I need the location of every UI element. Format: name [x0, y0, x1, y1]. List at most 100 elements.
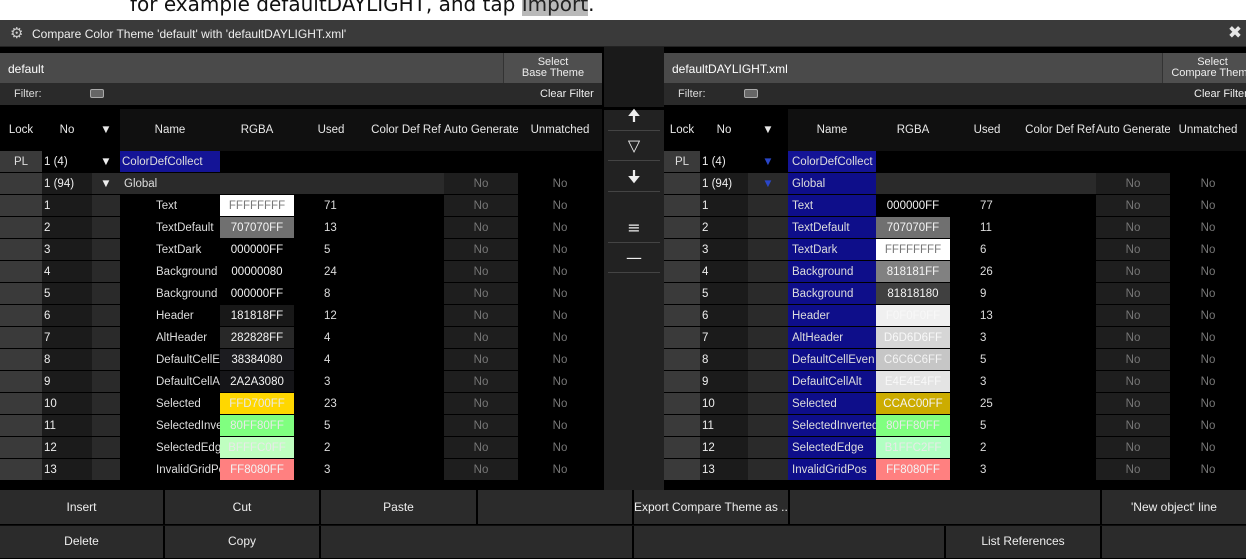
cell-name[interactable]: Selected	[120, 393, 220, 415]
clear-filter-button[interactable]: Clear Filter	[540, 88, 594, 100]
cell-name[interactable]: DefaultCellEven	[788, 349, 876, 371]
cell-name[interactable]: Global	[120, 173, 220, 195]
cell-rgba[interactable]: 81818180	[876, 283, 950, 305]
cell-name[interactable]: SelectedInverted	[788, 415, 876, 437]
table-row[interactable]: 3 TextDark FFFFFFFF 6 No No	[664, 239, 1246, 261]
column-header-unmatched[interactable]: Unmatched	[518, 109, 602, 151]
cell-rgba[interactable]	[220, 173, 294, 195]
column-header-no[interactable]: No	[42, 109, 92, 151]
close-icon[interactable]: ✖	[1226, 24, 1244, 42]
table-row[interactable]: 6 Header 181818FF 12 No No	[0, 305, 602, 327]
filter-icon[interactable]: ▽	[604, 136, 664, 156]
cell-rgba[interactable]: F0F0F0FF	[876, 305, 950, 327]
cell-name[interactable]: Text	[120, 195, 220, 217]
cell-name[interactable]: SelectedEdge	[120, 437, 220, 459]
cell-name[interactable]: Background	[120, 261, 220, 283]
cell-name[interactable]: Background	[788, 261, 876, 283]
clear-filter-button[interactable]: Clear Filter	[1194, 88, 1246, 100]
table-row[interactable]: 1 Text 000000FF 77 No No	[664, 195, 1246, 217]
cell-rgba[interactable]	[876, 151, 950, 173]
cell-name[interactable]: DefaultCellAlt	[788, 371, 876, 393]
cell-rgba[interactable]: CCAC00FF	[876, 393, 950, 415]
column-header-auto-generate[interactable]: Auto Generate	[1096, 109, 1170, 151]
column-header-color-def-ref[interactable]: Color Def Ref	[1024, 109, 1096, 151]
export-compare-theme-button[interactable]: Export Compare Theme as ...	[634, 490, 790, 525]
cell-name[interactable]: Header	[120, 305, 220, 327]
cut-button[interactable]: Cut	[165, 490, 321, 525]
cell-name[interactable]: AltHeader	[788, 327, 876, 349]
cell-name[interactable]: TextDark	[120, 239, 220, 261]
cell-rgba[interactable]: 000000FF	[220, 283, 294, 305]
table-row[interactable]: 7 AltHeader D6D6D6FF 3 No No	[664, 327, 1246, 349]
cell-rgba[interactable]: 707070FF	[220, 217, 294, 239]
column-header-name[interactable]: Name	[120, 109, 220, 151]
menu-icon[interactable]: ≡	[604, 218, 664, 238]
minus-icon[interactable]: —	[604, 248, 664, 268]
cell-name[interactable]: Header	[788, 305, 876, 327]
cell-name[interactable]: TextDark	[788, 239, 876, 261]
cell-name[interactable]: ColorDefCollect	[788, 151, 876, 173]
cell-name[interactable]: SelectedInverted	[120, 415, 220, 437]
table-row[interactable]: 7 AltHeader 282828FF 4 No No	[0, 327, 602, 349]
table-row[interactable]: PL 1 (4) ▼ ColorDefCollect	[664, 151, 1246, 173]
table-row[interactable]: PL 1 (4) ▼ ColorDefCollect	[0, 151, 602, 173]
cell-rgba[interactable]: 00000080	[220, 261, 294, 283]
table-row[interactable]: 12 SelectedEdge B1FFC2FF 2 No No	[664, 437, 1246, 459]
table-row[interactable]: 5 Background 81818180 9 No No	[664, 283, 1246, 305]
column-header-lock[interactable]: Lock	[664, 109, 700, 151]
cell-rgba[interactable]	[876, 173, 950, 195]
cell-rgba[interactable]: 2A2A3080	[220, 371, 294, 393]
cell-rgba[interactable]: FFFFFFFF	[220, 195, 294, 217]
table-row[interactable]: 1 (94) ▼ Global No No	[664, 173, 1246, 195]
cell-rgba[interactable]: FF8080FF	[876, 459, 950, 481]
arrow-up-icon[interactable]: 🠉	[604, 106, 664, 126]
table-row[interactable]: 4 Background 818181FF 26 No No	[664, 261, 1246, 283]
cell-rgba[interactable]: D6D6D6FF	[876, 327, 950, 349]
table-row[interactable]: 8 DefaultCellEven383840804 NoNo	[0, 349, 602, 371]
column-header-color-def-ref[interactable]: Color Def Ref	[368, 109, 444, 151]
table-row[interactable]: 11 SelectedInverted80FF80FF5 NoNo	[0, 415, 602, 437]
table-row[interactable]: 8 DefaultCellEven C6C6C6FF 5 No No	[664, 349, 1246, 371]
cell-name[interactable]: DefaultCellEven	[120, 349, 220, 371]
column-header-rgba[interactable]: RGBA	[876, 109, 950, 151]
column-header-no[interactable]: No	[700, 109, 748, 151]
cell-rgba[interactable]: 282828FF	[220, 327, 294, 349]
cell-rgba[interactable]: C6C6C6FF	[876, 349, 950, 371]
table-row[interactable]: 11 SelectedInverted80FF80FF5 NoNo	[664, 415, 1246, 437]
column-header-used[interactable]: Used	[294, 109, 368, 151]
table-row[interactable]: 1 Text FFFFFFFF 71 No No	[0, 195, 602, 217]
keyboard-icon[interactable]	[90, 89, 104, 98]
column-header-auto-generate[interactable]: Auto Generate	[444, 109, 518, 151]
cell-name[interactable]: Background	[788, 283, 876, 305]
cell-name[interactable]: InvalidGridPos	[120, 459, 220, 481]
gear-icon[interactable]: ⚙	[10, 25, 26, 41]
table-row[interactable]: 13 InvalidGridPosFF8080FF3 NoNo	[664, 459, 1246, 481]
table-row[interactable]: 10 Selected CCAC00FF 25 No No	[664, 393, 1246, 415]
cell-rgba[interactable]: B1FFC2FF	[876, 437, 950, 459]
cell-rgba[interactable]: BFFFC0FF	[220, 437, 294, 459]
new-object-line-button[interactable]: 'New object' line	[1102, 490, 1246, 525]
cell-name[interactable]: InvalidGridPos	[788, 459, 876, 481]
cell-rgba[interactable]: FF8080FF	[220, 459, 294, 481]
column-header-unmatched[interactable]: Unmatched	[1170, 109, 1246, 151]
cell-name[interactable]: SelectedEdge	[788, 437, 876, 459]
keyboard-icon[interactable]	[744, 89, 758, 98]
table-row[interactable]: 4 Background 00000080 24 No No	[0, 261, 602, 283]
cell-rgba[interactable]: 707070FF	[876, 217, 950, 239]
table-row[interactable]: 1 (94) ▼ Global No No	[0, 173, 602, 195]
select-compare-theme-button[interactable]: Select Compare Theme	[1162, 53, 1246, 83]
table-row[interactable]: 6 Header F0F0F0FF 13 No No	[664, 305, 1246, 327]
cell-name[interactable]: DefaultCellAlt	[120, 371, 220, 393]
cell-name[interactable]: Selected	[788, 393, 876, 415]
cell-name[interactable]: Global	[788, 173, 876, 195]
column-header-fold[interactable]: ▼	[92, 109, 120, 151]
insert-button[interactable]: Insert	[0, 490, 165, 525]
column-header-fold[interactable]: ▼	[748, 109, 788, 151]
cell-rgba[interactable]: E4E4E4FF	[876, 371, 950, 393]
cell-rgba[interactable]: FFFFFFFF	[876, 239, 950, 261]
column-header-used[interactable]: Used	[950, 109, 1024, 151]
table-row[interactable]: 13 InvalidGridPosFF8080FF3 NoNo	[0, 459, 602, 481]
cell-rgba[interactable]: 000000FF	[220, 239, 294, 261]
cell-name[interactable]: ColorDefCollect	[120, 151, 220, 173]
column-header-lock[interactable]: Lock	[0, 109, 42, 151]
